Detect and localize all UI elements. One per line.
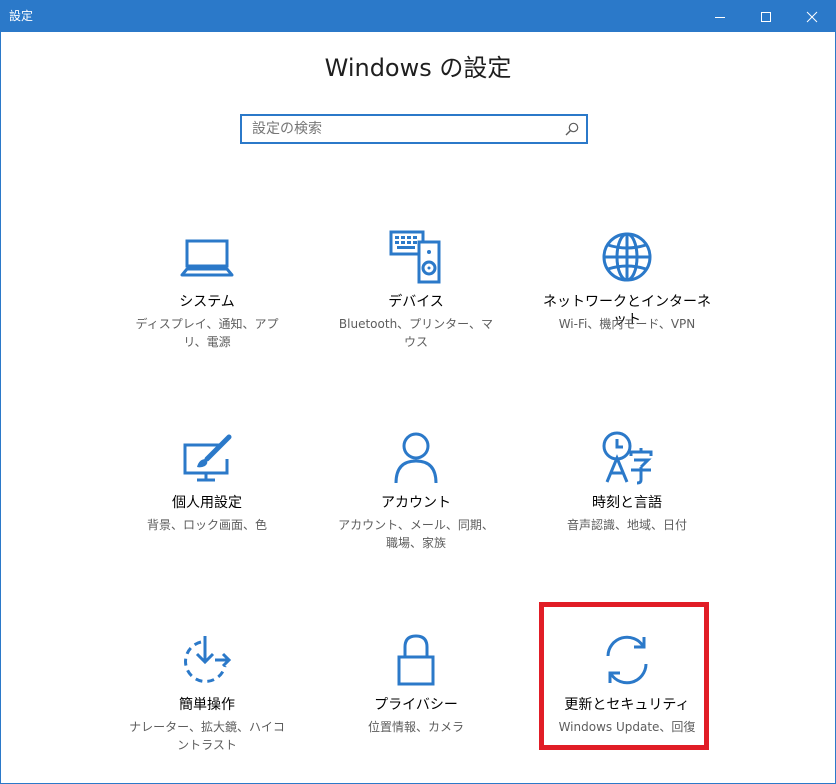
maximize-icon [761, 11, 771, 22]
lock-icon [397, 634, 435, 686]
close-button[interactable] [789, 1, 835, 32]
tile-label: アカウント [381, 495, 451, 511]
maximize-button[interactable] [743, 1, 789, 32]
tile-description: 位置情報、カメラ [367, 720, 464, 734]
tile-description: アカウント、メール、同期、職場、家族 [338, 518, 494, 550]
laptop-icon [180, 239, 234, 277]
tile-description: ディスプレイ、通知、アプリ、電源 [135, 317, 279, 349]
tile-description: Wi-Fi、機内モード、VPN [558, 317, 696, 331]
tile-description: ナレーター、拡大鏡、ハイコントラスト [129, 720, 285, 752]
tile-description: Windows Update、回復 [558, 720, 696, 734]
tile-description: Bluetooth、プリンター、マウス [338, 317, 494, 349]
person-icon [394, 432, 438, 484]
tile-label: 簡単操作 [179, 697, 235, 713]
tile-update-security[interactable]: 更新とセキュリティ Windows Update、回復 [537, 630, 717, 783]
close-icon [806, 11, 818, 22]
tile-label: 更新とセキュリティ [564, 697, 690, 713]
tile-privacy[interactable]: プライバシー 位置情報、カメラ [326, 630, 506, 783]
tile-label: デバイス [388, 294, 444, 310]
search-box[interactable] [240, 114, 588, 144]
tile-description: 背景、ロック画面、色 [146, 518, 267, 532]
globe-icon [602, 232, 652, 282]
search-icon[interactable] [564, 121, 580, 137]
minimize-button[interactable] [697, 1, 743, 32]
tile-system[interactable]: システム ディスプレイ、通知、アプリ、電源 [117, 227, 297, 387]
minimize-icon [715, 16, 725, 18]
paintbrush-monitor-icon [183, 434, 232, 482]
sync-arrows-icon [606, 635, 648, 685]
title-bar[interactable]: 設定 [1, 1, 835, 32]
tile-description: 音声認識、地域、日付 [566, 518, 687, 532]
ease-of-access-icon [184, 636, 232, 683]
tile-accounts[interactable]: アカウント アカウント、メール、同期、職場、家族 [326, 428, 506, 588]
search-input[interactable] [242, 116, 552, 142]
tile-label: プライバシー [374, 697, 458, 713]
tile-ease-of-access[interactable]: 簡単操作 ナレーター、拡大鏡、ハイコントラスト [117, 630, 297, 783]
tile-devices[interactable]: デバイス Bluetooth、プリンター、マウス [326, 227, 506, 387]
tile-time-language[interactable]: 時刻と言語 音声認識、地域、日付 [537, 428, 717, 588]
tile-personalization[interactable]: 個人用設定 背景、ロック画面、色 [117, 428, 297, 588]
window-title: 設定 [9, 9, 34, 23]
tile-network[interactable]: ネットワークとインターネット Wi-Fi、機内モード、VPN [537, 227, 717, 387]
keyboard-speaker-icon [389, 230, 441, 284]
settings-window: 設定 Windows の設定 設定の検索 システム ディスプレイ、通知、アプリ、… [0, 0, 836, 784]
tile-label: 個人用設定 [172, 495, 242, 511]
clock-language-icon [602, 431, 653, 485]
tile-label: 時刻と言語 [592, 495, 662, 511]
tile-label: システム [179, 294, 235, 310]
page-title: Windows の設定 [324, 54, 512, 82]
